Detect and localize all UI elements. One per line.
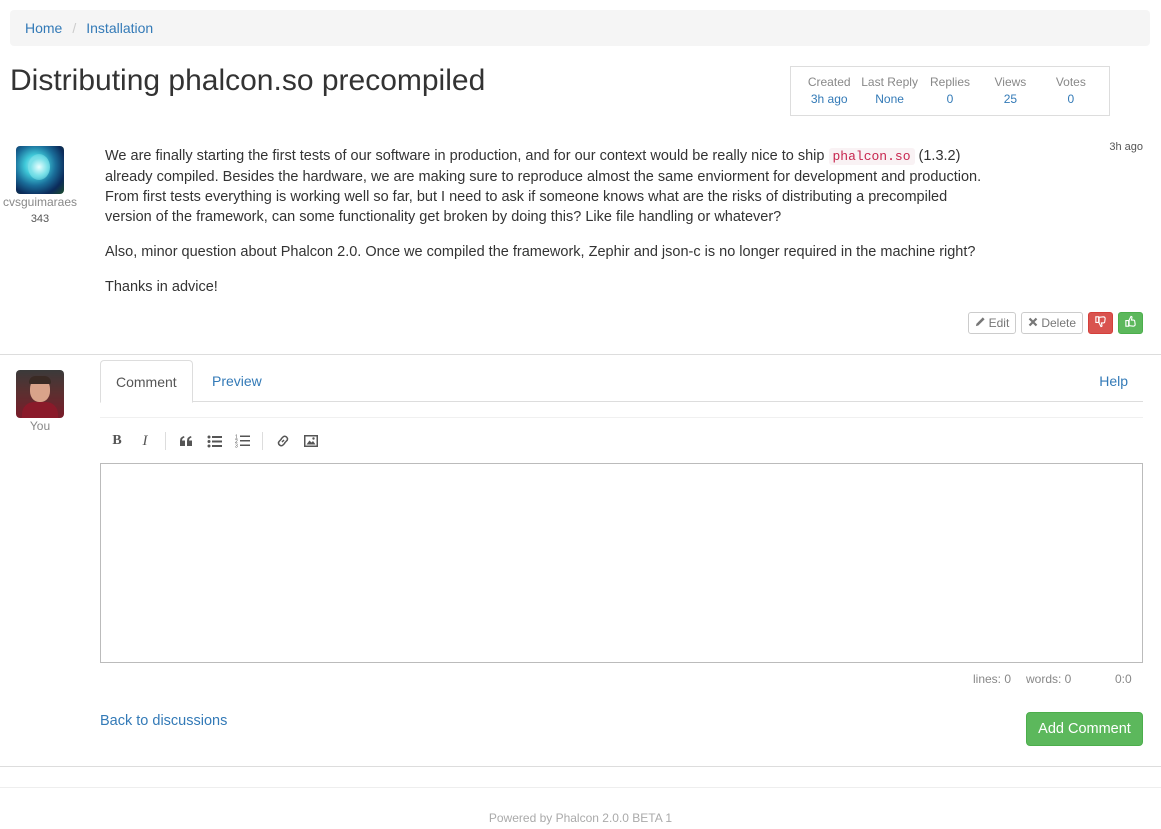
footer-text: Powered by Phalcon 2.0.0 BETA 1 (488, 811, 673, 825)
close-icon (1028, 316, 1038, 330)
post-timestamp: 3h ago (1109, 141, 1143, 153)
delete-label: Delete (1041, 316, 1076, 330)
stat-value: 0 (1067, 92, 1075, 106)
current-user-avatar (16, 370, 64, 418)
back-to-discussions-link[interactable]: Back to discussions (100, 713, 227, 729)
inline-code: phalcon.so (828, 148, 915, 165)
breadcrumb-home-link[interactable]: Home (25, 20, 62, 36)
post-actions: Edit Delete (967, 312, 1143, 334)
bold-icon[interactable]: B (103, 430, 131, 452)
current-user-label: You (29, 419, 51, 433)
stat-value: 3h ago (810, 92, 848, 106)
cursor-position: 0:0 (1115, 672, 1132, 686)
breadcrumb: Home / Installation (10, 10, 1150, 46)
editor-tabs: Comment Preview Help (100, 360, 1143, 403)
pencil-icon (975, 316, 986, 330)
divider (0, 354, 1161, 355)
author-avatar[interactable] (16, 146, 64, 194)
image-icon[interactable] (297, 430, 325, 452)
thumbs-down-icon (1094, 315, 1107, 331)
word-count: words: 0 (1026, 672, 1072, 686)
author-name[interactable]: cvsguimaraes (0, 195, 80, 209)
stat-label: Last Reply (861, 75, 918, 89)
comment-textarea[interactable] (100, 463, 1143, 663)
link-icon[interactable] (269, 430, 297, 452)
stat-created: Created 3h ago (799, 67, 859, 115)
quote-icon[interactable] (172, 430, 200, 452)
discussion-stats: Created 3h ago Last Reply None Replies 0… (790, 66, 1110, 116)
stat-value: 25 (1003, 92, 1018, 106)
stat-value: 0 (946, 92, 954, 106)
stat-label: Created (807, 75, 851, 89)
edit-button[interactable]: Edit (967, 312, 1017, 334)
divider (100, 417, 1143, 418)
divider (0, 766, 1161, 767)
delete-button[interactable]: Delete (1021, 312, 1083, 334)
line-count: lines: 0 (973, 672, 1012, 686)
tab-help[interactable]: Help (1084, 360, 1143, 402)
bullet-list-icon[interactable] (200, 430, 228, 452)
tab-comment[interactable]: Comment (100, 360, 193, 403)
post-text: We are finally starting the first tests … (105, 148, 829, 164)
vote-up-button[interactable] (1118, 312, 1143, 334)
toolbar-separator (165, 432, 166, 450)
breadcrumb-category-link[interactable]: Installation (86, 20, 153, 36)
author-reputation: 343 (30, 213, 50, 225)
stat-last-reply: Last Reply None (859, 67, 919, 115)
stat-replies: Replies 0 (920, 67, 980, 115)
stat-label: Views (994, 75, 1027, 89)
toolbar-separator (262, 432, 263, 450)
numbered-list-icon[interactable]: 123 (228, 430, 256, 452)
breadcrumb-separator: / (72, 20, 77, 36)
edit-label: Edit (988, 316, 1010, 330)
stat-value: None (875, 92, 904, 106)
svg-text:3: 3 (235, 444, 238, 449)
post-body: We are finally starting the first tests … (105, 146, 995, 312)
stat-label: Votes (1055, 75, 1086, 89)
add-comment-button[interactable]: Add Comment (1026, 712, 1143, 746)
divider (0, 787, 1161, 788)
stat-label: Replies (930, 75, 971, 89)
post-paragraph: Thanks in advice! (105, 279, 218, 295)
vote-down-button[interactable] (1088, 312, 1113, 334)
italic-icon[interactable]: I (131, 430, 159, 452)
post-paragraph: We are finally starting the first tests … (105, 146, 995, 227)
page-title: Distributing phalcon.so precompiled (10, 64, 486, 97)
editor-toolbar: B I 123 (103, 430, 325, 452)
stat-views: Views 25 (980, 67, 1040, 115)
stat-votes: Votes 0 (1041, 67, 1101, 115)
thumbs-up-icon (1124, 315, 1137, 331)
post-paragraph: Also, minor question about Phalcon 2.0. … (105, 244, 976, 260)
tab-preview[interactable]: Preview (197, 360, 277, 402)
